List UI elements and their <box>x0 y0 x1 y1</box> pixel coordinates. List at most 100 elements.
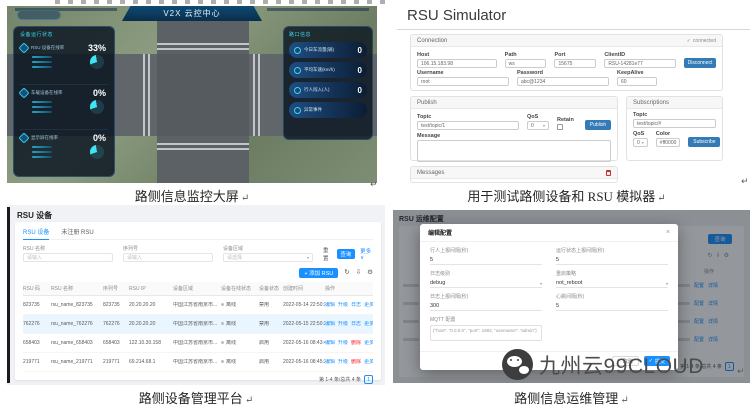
event-icon <box>294 107 301 114</box>
pedestrian-interval-input[interactable]: 5 <box>430 256 542 265</box>
tab-rsu-devices[interactable]: RSU 设备 <box>23 227 49 236</box>
more-button[interactable]: 更多 ∨ <box>360 247 373 261</box>
color-input[interactable]: #ff0000 <box>656 138 681 147</box>
table-row[interactable]: 762276 rsu_name_762276 762276 20.20.20.2… <box>23 315 373 334</box>
stat-value: 33% <box>88 43 106 53</box>
col-header: RSU 码 <box>23 285 51 292</box>
action-upgrade[interactable]: 升级 <box>338 321 348 327</box>
clientid-input[interactable]: RSU-14281e77 <box>604 59 676 68</box>
log-interval-input[interactable]: 300 <box>430 302 542 311</box>
region-select[interactable]: 请选择 ▾ <box>223 253 313 262</box>
stat-value: 0% <box>93 133 106 143</box>
cell-rsu-name: rsu_name_762276 <box>51 321 103 328</box>
action-more[interactable]: 更多 <box>364 321 373 327</box>
publish-qos-select[interactable]: 0 ▾ <box>527 121 549 130</box>
subscribe-qos-select[interactable]: 0 ▾ <box>633 138 648 147</box>
action-upgrade[interactable]: 升级 <box>338 302 348 308</box>
subscribe-topic-input[interactable]: test/topic/# <box>633 119 716 128</box>
status-interval-input[interactable]: 5 <box>556 256 668 265</box>
connected-icon: ✓ <box>687 38 691 44</box>
topic-label: Topic <box>417 114 519 120</box>
subscribe-button[interactable]: Subscribe <box>688 137 720 147</box>
settings-icon[interactable]: ⚙ <box>367 270 373 277</box>
port-input[interactable]: 15675 <box>554 59 596 68</box>
stat-legend <box>32 146 52 159</box>
serial-input[interactable]: 请输入 <box>123 253 213 262</box>
color-label: Color <box>656 131 681 137</box>
username-label: Username <box>417 70 509 76</box>
message-textarea[interactable] <box>417 140 611 162</box>
reset-button[interactable]: 重置 <box>323 246 332 262</box>
add-rsu-button[interactable]: + 添加 RSU <box>299 268 338 278</box>
refresh-icon[interactable]: ↻ <box>344 270 349 277</box>
hexagon-icon <box>18 132 29 143</box>
filter-label: RSU 名称 <box>23 245 113 252</box>
cell-rsu-id: 823735 <box>23 302 51 309</box>
table-row[interactable]: 219771 rsu_name_219771 219771 69.214.68.… <box>23 353 373 372</box>
rsu-name-input[interactable]: 请输入 <box>23 253 113 262</box>
password-input[interactable]: abc@1234 <box>517 77 609 86</box>
intersection-info-panel: 路口信息 今日车流量(辆) 0 平均车速(km/h) 0 行人闯入(人) 0 异… <box>283 26 373 140</box>
cell-rsu-name: rsu_name_219771 <box>51 359 103 366</box>
filter-label: 设备区域 <box>223 245 313 252</box>
col-header: RSU IP <box>129 286 173 292</box>
field-label: 心跳间隔(秒) <box>556 293 668 300</box>
table-header: RSU 码 RSU 名称 序列号 RSU IP 设备区域 设备在线状态 设备状态… <box>23 282 373 296</box>
offline-dot-icon <box>221 341 224 344</box>
rsu-simulator-screenshot: RSU Simulator Connection ✓ connected Hos… <box>385 2 750 183</box>
action-edit[interactable]: 编辑 <box>325 340 335 346</box>
close-icon[interactable]: × <box>666 229 670 236</box>
field-label: 运行状态上报间隔(秒) <box>556 247 668 254</box>
heartbeat-interval-input[interactable]: 5 <box>556 302 668 311</box>
mqtt-config-textarea[interactable]: {"host": "0.0.0.0", "port": 1883, "usern… <box>430 325 542 341</box>
cell-online: 离线 <box>221 340 259 347</box>
subscriptions-header: Subscriptions <box>633 100 669 106</box>
table-row[interactable]: 823735 rsu_name_823735 823735 20.20.20.2… <box>23 296 373 315</box>
action-upgrade[interactable]: 升级 <box>338 359 348 365</box>
cell-serial: 762276 <box>103 321 129 328</box>
info-row: 今日车流量(辆) 0 <box>289 42 367 58</box>
tab-unregistered-rsu[interactable]: 未注册 RSU <box>61 227 93 236</box>
publish-button[interactable]: Publish <box>585 120 611 130</box>
action-delete[interactable]: 删除 <box>351 340 361 346</box>
disconnect-button[interactable]: Disconnect <box>684 58 716 68</box>
action-edit[interactable]: 编辑 <box>325 359 335 365</box>
reboot-policy-select[interactable]: not_reboot▾ <box>556 279 668 288</box>
log-level-select[interactable]: debug▾ <box>430 279 542 288</box>
page-1-button[interactable]: 1 <box>364 375 373 384</box>
action-edit[interactable]: 编辑 <box>325 321 335 327</box>
keepalive-label: KeepAlive <box>617 70 657 76</box>
action-delete[interactable]: 删除 <box>351 359 361 365</box>
device-status-panel: 设备运行状态 RSU 设备在线率 33% 车载设备在线率 0% <box>13 26 115 177</box>
v2x-dashboard-screenshot: V2X 云控中心 设备运行状态 RSU 设备在线率 33% 车载设备在线率 <box>7 6 377 183</box>
stat-label: 显示屏在线率 <box>31 135 67 140</box>
username-input[interactable]: root <box>417 77 509 86</box>
action-more[interactable]: 更多 <box>364 340 373 346</box>
action-edit[interactable]: 编辑 <box>325 302 335 308</box>
port-label: Port <box>554 52 596 58</box>
form-field: 行人上报间隔(秒) 5 <box>430 247 542 265</box>
action-log[interactable]: 日志 <box>351 321 361 327</box>
simulator-title: RSU Simulator <box>407 7 506 24</box>
host-input[interactable]: 106.15.183.98 <box>417 59 497 68</box>
window-edge <box>7 207 10 383</box>
field-label: 日志上报间隔(秒) <box>430 293 542 300</box>
path-input[interactable]: ws <box>505 59 547 68</box>
retain-checkbox[interactable] <box>557 124 563 130</box>
table-row[interactable]: 658403 rsu_name_658403 658403 122.10.30.… <box>23 334 373 353</box>
keepalive-input[interactable]: 60 <box>617 77 657 86</box>
publish-topic-input[interactable]: test/topic/1 <box>417 121 519 130</box>
paragraph-mark: ↵ <box>620 395 628 405</box>
search-button[interactable]: 查询 <box>337 249 356 259</box>
col-header: 设备状态 <box>259 285 283 292</box>
paragraph-mark: ↵ <box>245 395 253 405</box>
col-header: 序列号 <box>103 285 129 292</box>
action-upgrade[interactable]: 升级 <box>338 340 348 346</box>
download-icon[interactable]: ⇩ <box>356 270 361 277</box>
field-label: MQTT 配置 <box>430 316 542 323</box>
action-more[interactable]: 更多 <box>364 359 373 365</box>
action-more[interactable]: 更多 <box>364 302 373 308</box>
trash-icon[interactable] <box>606 170 611 176</box>
form-field: 心跳间隔(秒) 5 <box>556 293 668 311</box>
action-log[interactable]: 日志 <box>351 302 361 308</box>
